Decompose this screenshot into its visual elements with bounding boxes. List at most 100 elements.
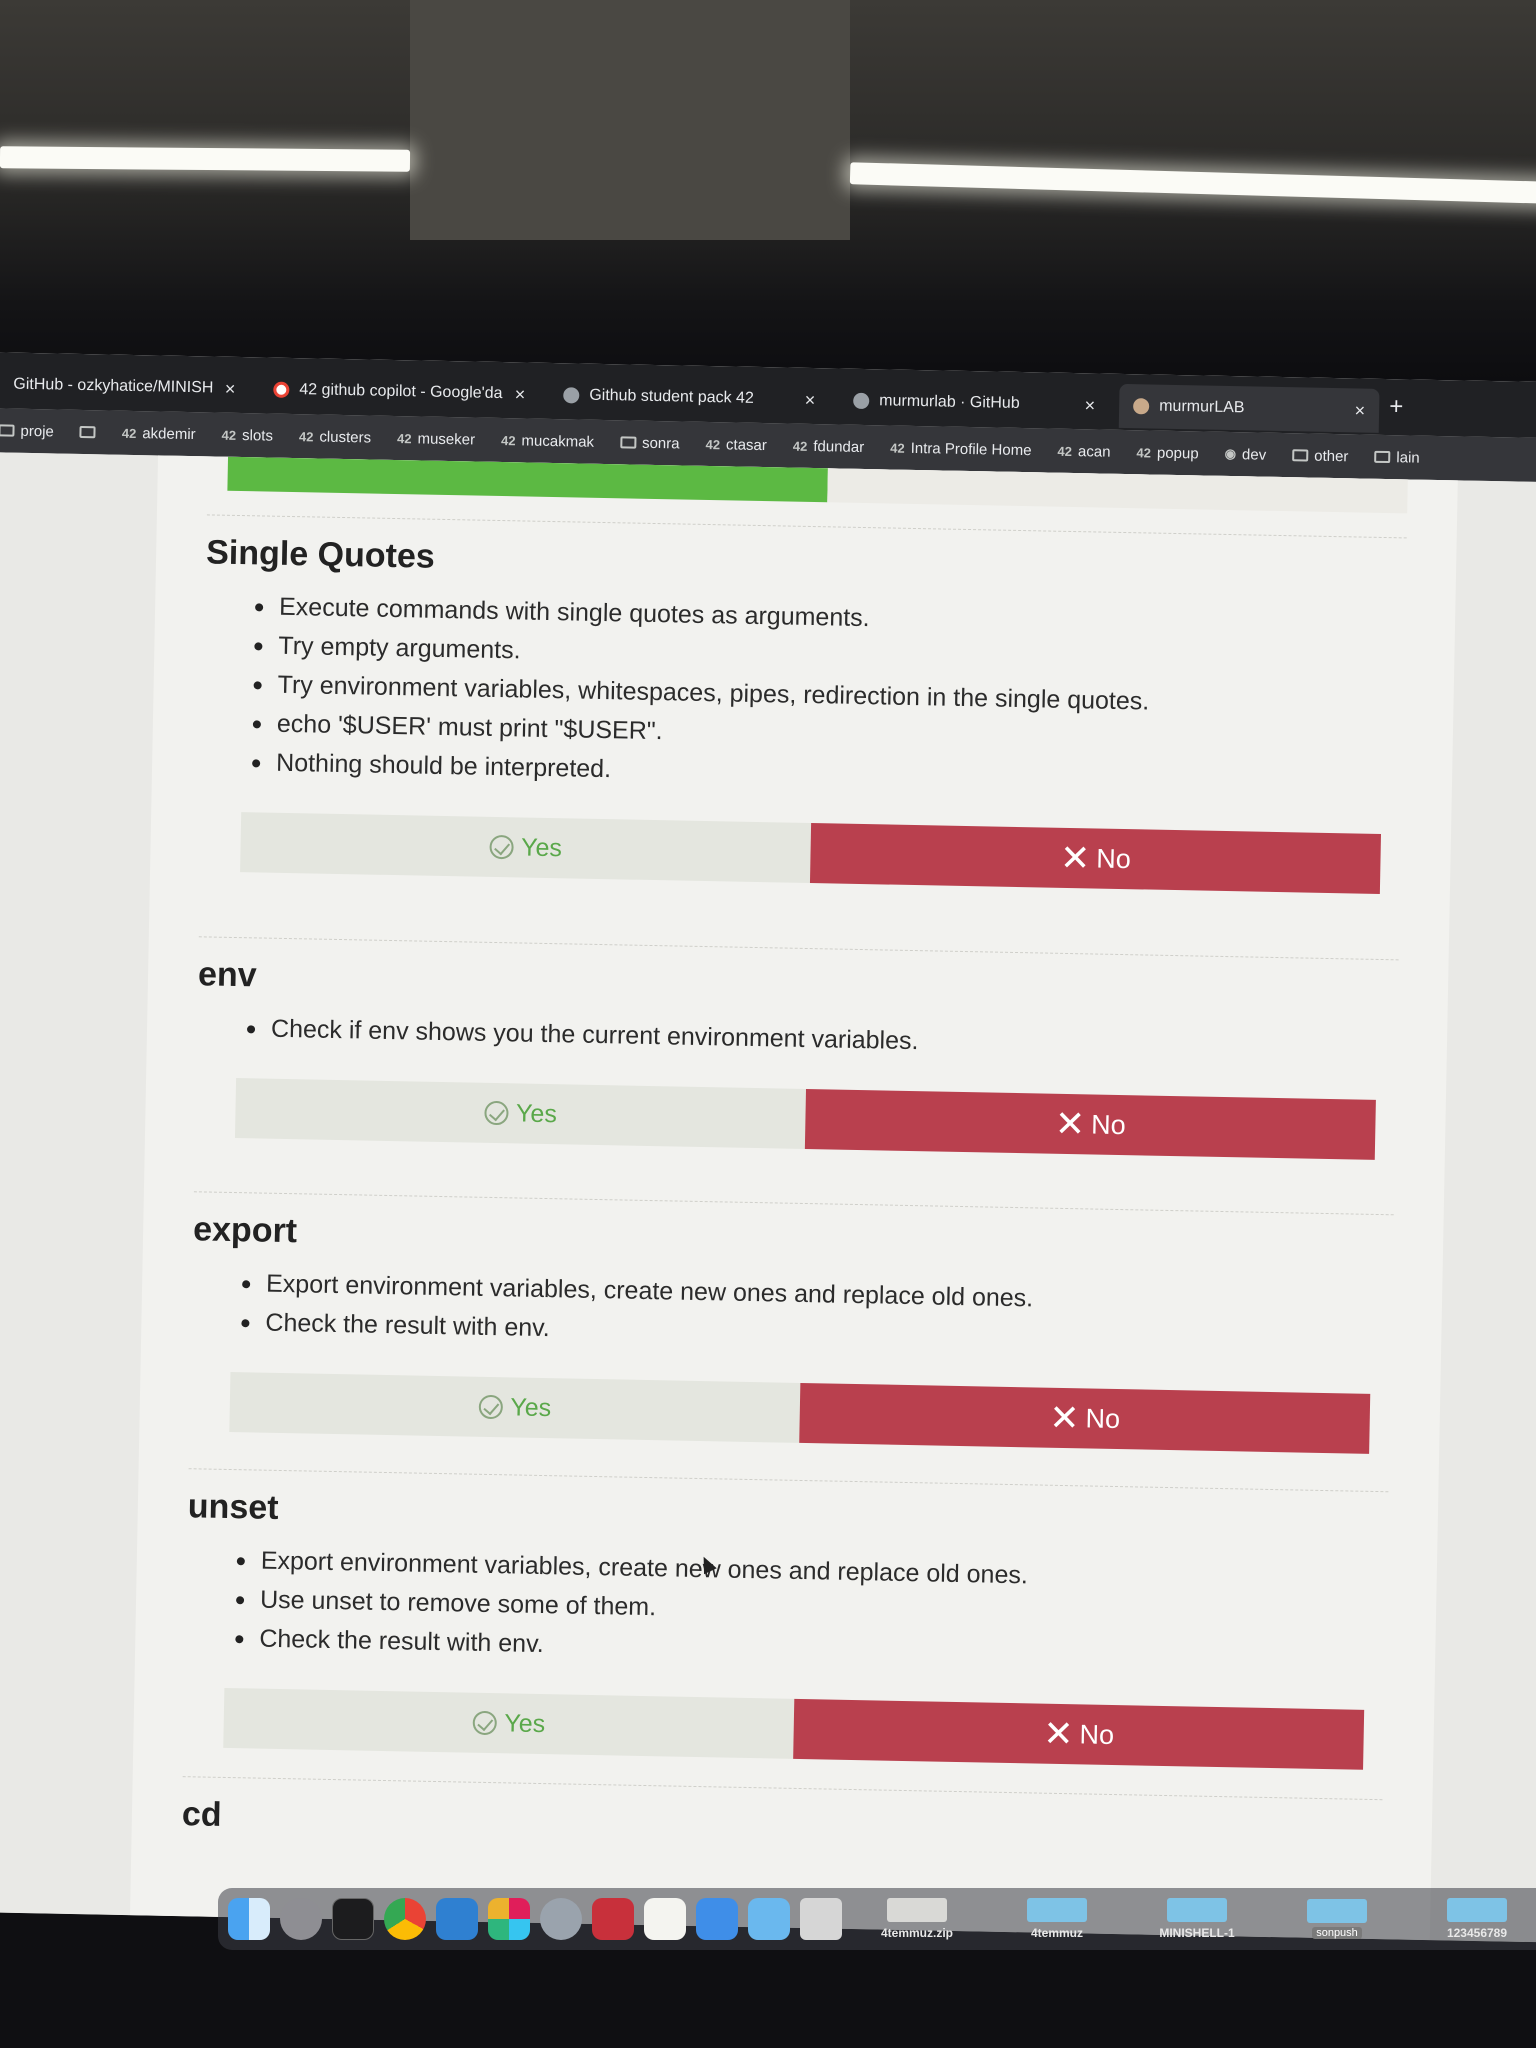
photo-booth-icon[interactable] [592,1898,634,1940]
42-logo-icon: 42 [298,428,314,444]
yes-label: Yes [510,1392,552,1422]
github-icon [853,392,870,410]
file-label: 123456789 [1446,1926,1508,1940]
folder-icon[interactable] [748,1898,790,1940]
no-label: No [1090,1108,1127,1140]
dock-folder-minishell[interactable]: MINISHELL-1 [1132,1898,1262,1940]
42-logo-icon: 42 [890,439,905,456]
bookmark-acan[interactable]: 42 acan [1057,442,1110,461]
tab-murmurlab-github[interactable]: murmurlab · GitHub × [839,379,1110,428]
bookmark-label: museker [417,429,476,449]
bookmark-label: popup [1156,444,1199,462]
folder-icon [0,424,15,437]
dock-folder-123456789[interactable]: 123456789 [1412,1898,1536,1940]
github-icon: ◉ [1224,445,1237,462]
cross-icon: ✕ [1042,1712,1074,1755]
trash-icon[interactable] [800,1898,842,1940]
xcode-icon[interactable] [696,1898,738,1940]
divider [206,514,1407,539]
evaluation-card: Single Quotes Execute commands with sing… [130,455,1458,1941]
folder-icon [1374,450,1391,464]
launchpad-icon[interactable] [540,1898,582,1940]
answer-buttons: Yes ✕ No [240,812,1382,894]
bookmark-other[interactable]: other [1292,447,1349,465]
close-tab-icon[interactable]: × [1354,400,1365,421]
bullet-list: Execute commands with single quotes as a… [202,586,1406,804]
42-logo-icon: 42 [500,432,516,448]
bookmark-label: ctasar [725,435,768,454]
folder-icon [1307,1899,1367,1923]
chrome-icon[interactable] [384,1898,426,1940]
dock-folder-sonpush[interactable]: sonpush [1272,1899,1402,1939]
tab-google-search[interactable]: 42 github copilot - Google'da × [259,367,540,416]
close-tab-icon[interactable]: × [225,378,236,399]
bookmark-lain[interactable]: lain [1374,448,1420,466]
bookmark-museker[interactable]: 42 museker [397,430,475,448]
macos-dock: 4temmuz.zip 4temmuz MINISHELL-1 sonpush … [218,1888,1536,1950]
42-logo-icon: 42 [1057,443,1073,459]
cross-icon: ✕ [1059,836,1091,879]
dock-folder-4temmuz[interactable]: 4temmuz [992,1898,1122,1940]
vscode-icon[interactable] [436,1898,478,1940]
new-tab-button[interactable]: + [1389,393,1404,421]
monitor-screen: GitHub - ozkyhatice/MINISHE × 42 github … [0,352,1536,1943]
bookmark-ctasar[interactable]: 42 ctasar [705,435,768,454]
tab-title: 42 github copilot - Google'da [299,381,503,403]
section-export: export Export environment variables, cre… [189,1191,1394,1454]
list-item: Check if env shows you the current envir… [247,1009,1398,1070]
tab-github-minishell[interactable]: GitHub - ozkyhatice/MINISHE × [0,362,250,411]
bookmark-akdemir[interactable]: 42 akdemir [122,424,196,443]
bookmark-popup[interactable]: 42 popup [1136,444,1199,462]
divider [188,1468,1389,1493]
slack-icon[interactable] [488,1898,530,1940]
globe-icon [563,387,580,404]
yes-button[interactable]: Yes [240,812,812,884]
yes-button[interactable]: Yes [234,1078,807,1149]
folder-icon [1167,1898,1227,1922]
tab-title: GitHub - ozkyhatice/MINISHE [13,375,215,397]
yes-button[interactable]: Yes [223,1687,795,1759]
bookmark-dev[interactable]: ◉ dev [1225,445,1267,463]
textedit-icon[interactable] [644,1898,686,1940]
bookmark-folder[interactable] [79,425,96,439]
bookmark-fdundar[interactable]: 42 fdundar [793,437,865,456]
dock-file-4temmuz-zip[interactable]: 4temmuz.zip [852,1898,982,1940]
yes-label: Yes [520,832,563,862]
terminal-icon[interactable] [332,1898,374,1940]
no-button[interactable]: ✕ No [799,1382,1371,1454]
bookmark-sonra[interactable]: sonra [619,434,680,452]
no-button[interactable]: ✕ No [809,823,1382,894]
bookmark-slots[interactable]: 42 slots [221,426,274,445]
no-button[interactable]: ✕ No [793,1698,1365,1770]
finder-icon[interactable] [228,1898,270,1940]
bookmark-label: fdundar [813,437,865,456]
bookmark-label: other [1314,447,1349,465]
bookmark-mucakmak[interactable]: 42 mucakmak [500,432,594,450]
answer-buttons: Yes ✕ No [229,1371,1371,1454]
bookmark-clusters[interactable]: 42 clusters [299,428,371,446]
bookmark-label: clusters [319,428,372,447]
check-icon [472,1710,497,1736]
42-logo-icon: 42 [1136,444,1152,460]
bullet-list: Check if env shows you the current envir… [197,1008,1398,1070]
tab-title: murmurlab · GitHub [879,392,1020,412]
file-tag: sonpush [1312,1927,1362,1939]
yes-label: Yes [504,1708,546,1738]
cross-icon: ✕ [1049,1396,1080,1439]
folder-icon [619,436,637,449]
tab-murmurlab[interactable]: murmurLAB × [1118,383,1380,433]
close-tab-icon[interactable]: × [1084,395,1095,416]
system-settings-icon[interactable] [280,1898,322,1940]
close-tab-icon[interactable]: × [515,384,526,405]
tab-title: murmurLAB [1159,397,1245,417]
folder-icon [1292,449,1309,462]
yes-button[interactable]: Yes [229,1371,801,1443]
section-title: unset [187,1487,279,1527]
no-label: No [1085,1402,1121,1434]
close-tab-icon[interactable]: × [805,389,816,410]
avatar-icon [1133,398,1150,415]
no-button[interactable]: ✕ No [804,1088,1376,1160]
tab-student-pack[interactable]: Github student pack 42 × [549,373,830,422]
bookmark-intra-profile-home[interactable]: 42 Intra Profile Home [890,439,1032,458]
bookmark-proje[interactable]: proje [0,422,54,440]
